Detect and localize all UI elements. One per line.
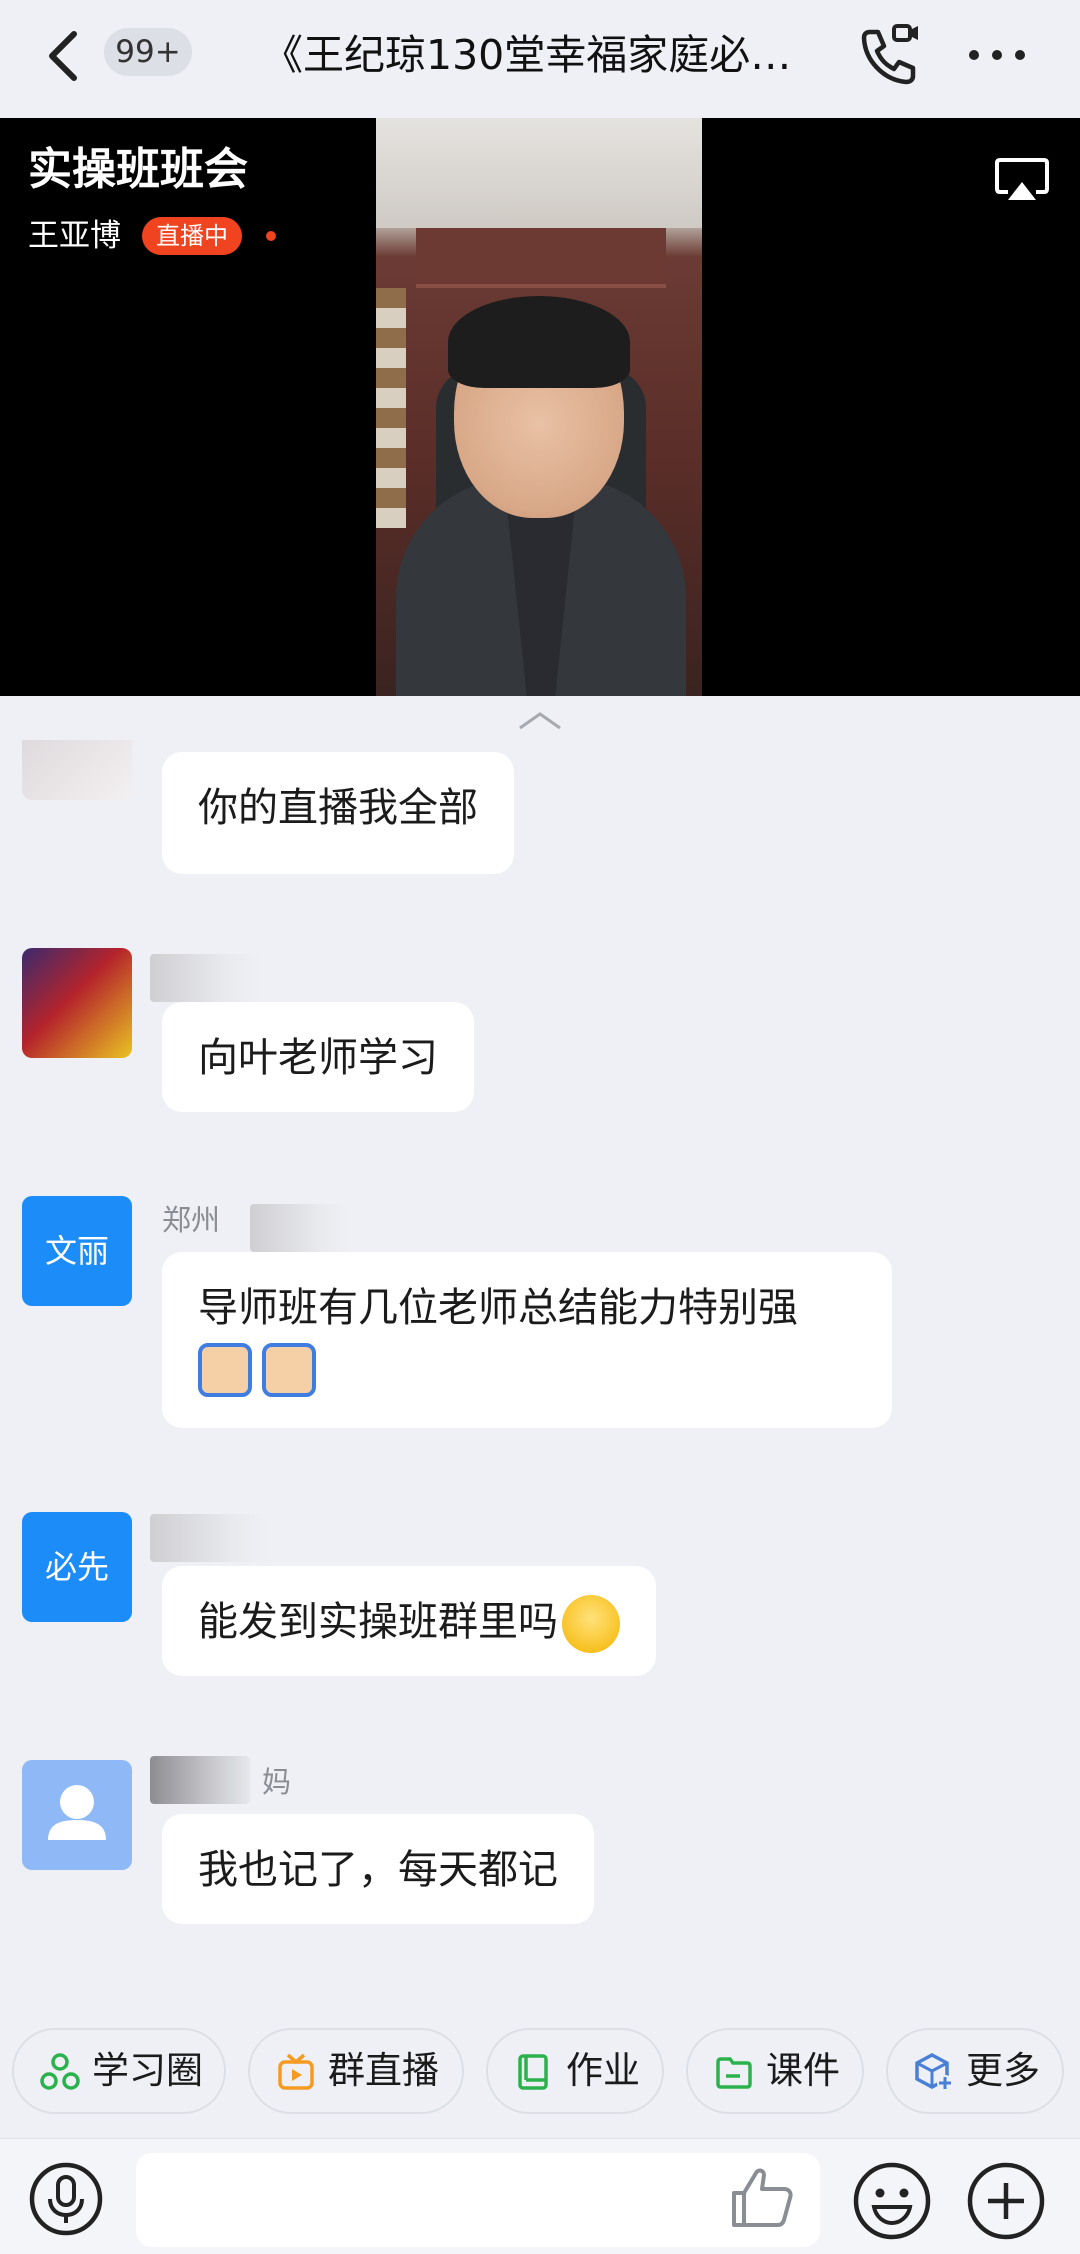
chip-label: 更多 bbox=[966, 2049, 1040, 2092]
collapse-video-chevron-icon[interactable] bbox=[516, 708, 564, 732]
message-bubble[interactable]: 你的直播我全部 bbox=[162, 752, 514, 874]
sender-name bbox=[150, 954, 260, 1002]
user-silhouette-icon bbox=[48, 1785, 106, 1840]
live-status-badge: 直播中 bbox=[142, 217, 242, 255]
homework-button[interactable]: 作业 bbox=[486, 2028, 664, 2114]
chip-label: 群直播 bbox=[328, 2049, 439, 2092]
message-bubble[interactable]: 能发到实操班群里吗 bbox=[162, 1566, 656, 1676]
more-tools-button[interactable]: 更多 bbox=[886, 2028, 1064, 2114]
add-attachment-icon[interactable] bbox=[966, 2161, 1046, 2241]
circle-nodes-icon bbox=[40, 2053, 80, 2090]
live-indicator-dot bbox=[266, 231, 276, 241]
voice-input-icon[interactable] bbox=[28, 2161, 104, 2237]
live-video-player[interactable]: 实操班班会 王亚博 直播中 bbox=[0, 118, 1080, 696]
group-live-button[interactable]: 群直播 bbox=[248, 2028, 464, 2114]
more-options-icon[interactable] bbox=[962, 22, 1032, 88]
chip-label: 课件 bbox=[766, 2049, 840, 2092]
unread-count-badge[interactable]: 99+ bbox=[104, 28, 192, 76]
sender-avatar[interactable] bbox=[22, 948, 132, 1058]
video-call-icon[interactable] bbox=[856, 22, 922, 88]
courseware-button[interactable]: 课件 bbox=[686, 2028, 864, 2114]
message-input-bar bbox=[0, 2138, 1080, 2254]
back-arrow-icon[interactable] bbox=[40, 26, 90, 86]
sender-avatar[interactable]: 文丽 bbox=[22, 1196, 132, 1306]
sender-name bbox=[150, 1514, 270, 1562]
chat-header: 99+ 《王纪琼130堂幸福家庭必… bbox=[0, 0, 1080, 118]
message-text-input[interactable] bbox=[136, 2153, 820, 2247]
live-title: 实操班班会 bbox=[28, 144, 248, 195]
chat-message-list[interactable]: 你的直播我全部 向叶老师学习 文丽 郑州 导师班有几位老师总结能力特别强 必先 … bbox=[0, 740, 1080, 2020]
message-text: 导师班有几位老师总结能力特别强 bbox=[198, 1285, 798, 1331]
quick-action-bar: 学习圈 群直播 作业 课件 更多 bbox=[0, 2024, 1080, 2134]
thumbs-up-emoji-icon bbox=[198, 1343, 252, 1397]
live-video-frame bbox=[376, 118, 702, 696]
live-host-name: 王亚博 bbox=[28, 218, 121, 254]
chip-label: 作业 bbox=[566, 2049, 640, 2092]
chip-label: 学习圈 bbox=[92, 2049, 203, 2092]
thumbs-up-icon[interactable] bbox=[728, 2165, 796, 2229]
emoji-picker-icon[interactable] bbox=[852, 2161, 932, 2241]
sender-name-blur bbox=[150, 1756, 250, 1804]
smile-emoji-icon bbox=[562, 1595, 620, 1653]
screen-cast-icon[interactable] bbox=[994, 156, 1050, 204]
message-bubble[interactable]: 我也记了，每天都记 bbox=[162, 1814, 594, 1924]
folder-icon bbox=[716, 2057, 752, 2089]
sender-avatar[interactable] bbox=[22, 740, 132, 800]
sender-avatar[interactable]: 必先 bbox=[22, 1512, 132, 1622]
cube-plus-icon bbox=[915, 2053, 953, 2091]
message-bubble[interactable]: 导师班有几位老师总结能力特别强 bbox=[162, 1252, 892, 1428]
message-bubble[interactable]: 向叶老师学习 bbox=[162, 1002, 474, 1112]
book-icon bbox=[518, 2054, 548, 2090]
live-tv-icon bbox=[278, 2053, 314, 2090]
message-text: 向叶老师学习 bbox=[198, 1035, 438, 1081]
message-text: 能发到实操班群里吗 bbox=[198, 1599, 558, 1645]
message-text: 我也记了，每天都记 bbox=[198, 1847, 558, 1893]
thumbs-up-emoji-icon bbox=[262, 1343, 316, 1397]
message-text: 你的直播我全部 bbox=[198, 785, 478, 831]
sender-name: 郑州 bbox=[162, 1203, 221, 1237]
group-title: 《王纪琼130堂幸福家庭必… bbox=[262, 31, 792, 79]
sender-name-blur bbox=[250, 1204, 350, 1252]
study-circle-button[interactable]: 学习圈 bbox=[12, 2028, 226, 2114]
default-user-avatar[interactable] bbox=[22, 1760, 132, 1870]
sender-name: 妈 bbox=[262, 1765, 292, 1799]
